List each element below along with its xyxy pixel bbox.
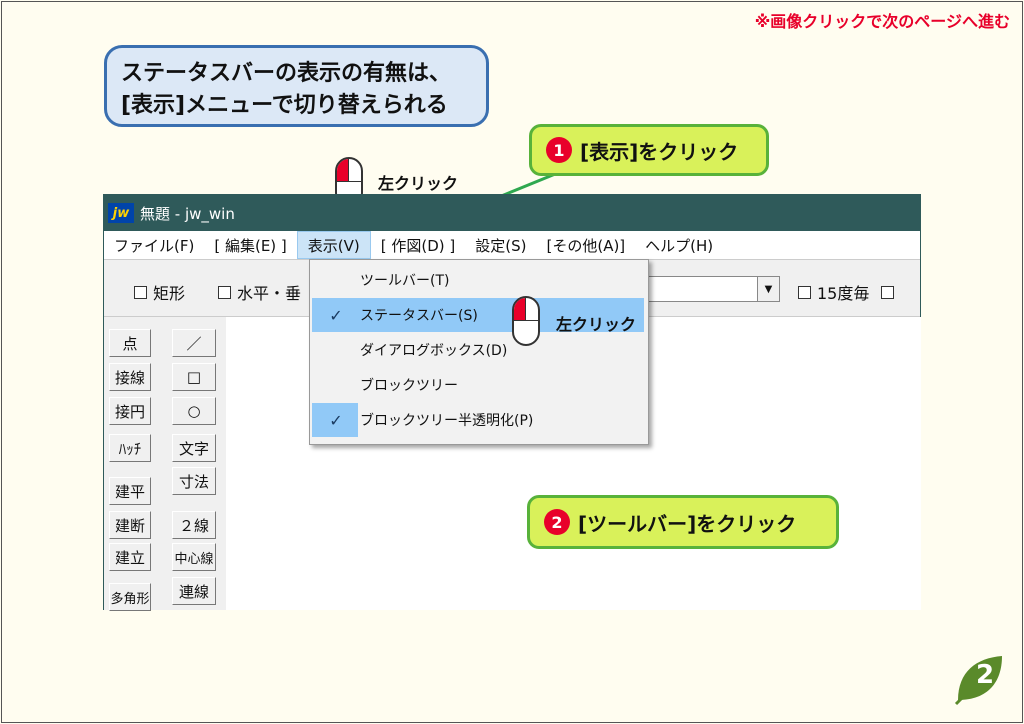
tool-line-icon[interactable]: ／ bbox=[172, 329, 216, 357]
rect-label: 矩形 bbox=[153, 284, 186, 303]
tool-circle-icon[interactable]: ○ bbox=[172, 397, 216, 425]
callout-step-1: 1 [表示]をクリック bbox=[529, 124, 769, 176]
tool-double-line[interactable]: ２線 bbox=[172, 511, 216, 539]
tool-point[interactable]: 点 bbox=[109, 329, 151, 357]
callout-step-1-text: [表示]をクリック bbox=[580, 139, 739, 164]
left-click-label-2: 左クリック bbox=[556, 315, 637, 334]
rect-checkbox-box[interactable] bbox=[134, 285, 147, 299]
view-menu-item-blocktree-translucent[interactable]: ✓ ブロックツリー半透明化(P) bbox=[312, 403, 644, 437]
horiz-checkbox-box[interactable] bbox=[218, 285, 231, 299]
tool-text[interactable]: 文字 bbox=[172, 434, 216, 462]
step-2-number: 2 bbox=[544, 509, 570, 535]
translucent-check-icon: ✓ bbox=[329, 410, 343, 430]
menu-draw[interactable]: [ 作図(D) ] bbox=[371, 231, 466, 259]
rect-checkbox[interactable]: 矩形 bbox=[134, 280, 185, 304]
title-bar[interactable]: jw 無題 - jw_win bbox=[104, 195, 920, 231]
menu-settings[interactable]: 設定(S) bbox=[465, 231, 536, 259]
menu-file[interactable]: ファイル(F) bbox=[104, 231, 204, 259]
step-1-number: 1 bbox=[546, 137, 572, 163]
view-menu-item-dialog[interactable]: ダイアログボックス(D) bbox=[312, 333, 644, 367]
menu-edit[interactable]: [ 編集(E) ] bbox=[204, 231, 296, 259]
menu-bar: ファイル(F) [ 編集(E) ] 表示(V) [ 作図(D) ] 設定(S) … bbox=[104, 231, 920, 259]
menu-help[interactable]: ヘルプ(H) bbox=[635, 231, 723, 259]
horiz-label: 水平・垂 bbox=[237, 284, 302, 303]
toolbar-combo[interactable]: ▼ bbox=[644, 276, 780, 302]
tool-elevation[interactable]: 建立 bbox=[109, 543, 151, 571]
tool-continuous-line[interactable]: 連線 bbox=[172, 577, 216, 605]
mouse-icon-2 bbox=[512, 296, 540, 346]
deg15-checkbox[interactable]: 15度毎 bbox=[798, 280, 900, 304]
menu-other[interactable]: [その他(A)] bbox=[536, 231, 635, 259]
page-number: 2 bbox=[975, 660, 995, 690]
tool-dimension[interactable]: 寸法 bbox=[172, 467, 216, 495]
view-menu-item-toolbar[interactable]: ツールバー(T) bbox=[312, 263, 644, 297]
app-logo-icon: jw bbox=[108, 203, 134, 223]
tool-section[interactable]: 建断 bbox=[109, 511, 151, 539]
menu-view[interactable]: 表示(V) bbox=[296, 231, 371, 259]
left-click-label: 左クリック bbox=[378, 174, 459, 193]
deg15-checkbox-box[interactable] bbox=[798, 285, 811, 299]
horiz-checkbox[interactable]: 水平・垂 bbox=[218, 280, 301, 304]
view-menu-item-blocktree[interactable]: ブロックツリー bbox=[312, 368, 644, 402]
tool-hatch[interactable]: ﾊｯﾁ bbox=[109, 434, 151, 462]
tool-centerline[interactable]: 中心線 bbox=[172, 543, 216, 571]
statusbar-check-icon: ✓ bbox=[329, 305, 343, 325]
extra-checkbox-box[interactable] bbox=[881, 285, 895, 299]
tool-tangent-circle[interactable]: 接円 bbox=[109, 397, 151, 425]
window-title: 無題 - jw_win bbox=[140, 204, 235, 223]
deg15-label: 15度毎 bbox=[817, 284, 870, 303]
callout-step-2-text: [ツールバー]をクリック bbox=[578, 511, 797, 536]
tool-tangent-line[interactable]: 接線 bbox=[109, 363, 151, 391]
tool-panel: 点 接線 接円 ﾊｯﾁ 建平 建断 建立 多角形 ／ □ ○ 文字 寸法 ２線 … bbox=[104, 317, 226, 611]
callout-step-2: 2 [ツールバー]をクリック bbox=[527, 495, 839, 549]
chevron-down-icon[interactable]: ▼ bbox=[757, 277, 779, 301]
view-menu-dropdown: ツールバー(T) ✓ ステータスバー(S) ダイアログボックス(D) ブロックツ… bbox=[309, 259, 649, 445]
tool-polygon[interactable]: 多角形 bbox=[109, 583, 151, 611]
tool-rect-icon[interactable]: □ bbox=[172, 363, 216, 391]
tool-plan[interactable]: 建平 bbox=[109, 477, 151, 505]
